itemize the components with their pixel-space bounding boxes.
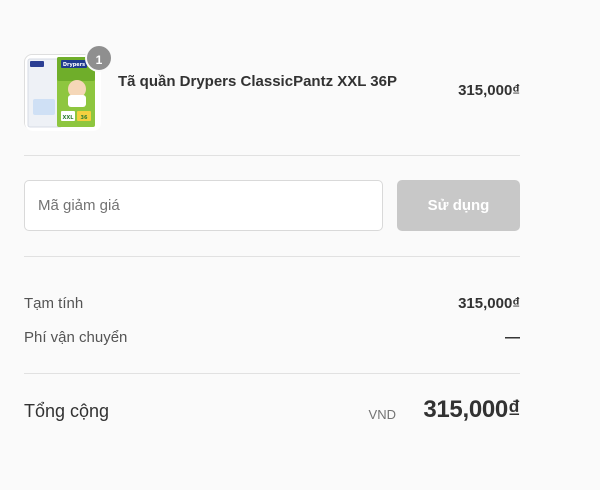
svg-text:Drypers: Drypers — [63, 62, 85, 68]
svg-text:36: 36 — [81, 115, 88, 121]
order-line-item: Drypers XXL 36 1 Tã quần Drypers Classic… — [24, 44, 520, 131]
quantity-badge: 1 — [85, 44, 113, 72]
product-name: Tã quần Drypers ClassicPantz XXL 36P — [118, 73, 398, 90]
apply-discount-button[interactable]: Sử dụng — [397, 180, 520, 231]
order-summary: Drypers XXL 36 1 Tã quần Drypers Classic… — [24, 0, 520, 490]
divider — [24, 373, 520, 374]
svg-text:XXL: XXL — [63, 115, 75, 121]
divider — [24, 155, 520, 156]
subtotal-value: 315,000₫ — [458, 295, 520, 312]
divider — [24, 256, 520, 257]
product-thumbnail: Drypers XXL 36 1 — [24, 44, 113, 131]
shipping-row: Phí vận chuyển — — [24, 328, 520, 348]
currency-code: VND — [368, 407, 396, 422]
subtotal-row: Tạm tính 315,000₫ — [24, 294, 520, 314]
discount-code-input[interactable] — [24, 180, 383, 231]
shipping-label: Phí vận chuyển — [24, 329, 128, 346]
subtotal-label: Tạm tính — [24, 295, 84, 312]
total-label: Tổng cộng — [24, 401, 110, 421]
shipping-value: — — [505, 329, 520, 346]
product-price: 315,000₫ — [458, 82, 520, 99]
total-value: 315,000₫ — [423, 396, 520, 423]
